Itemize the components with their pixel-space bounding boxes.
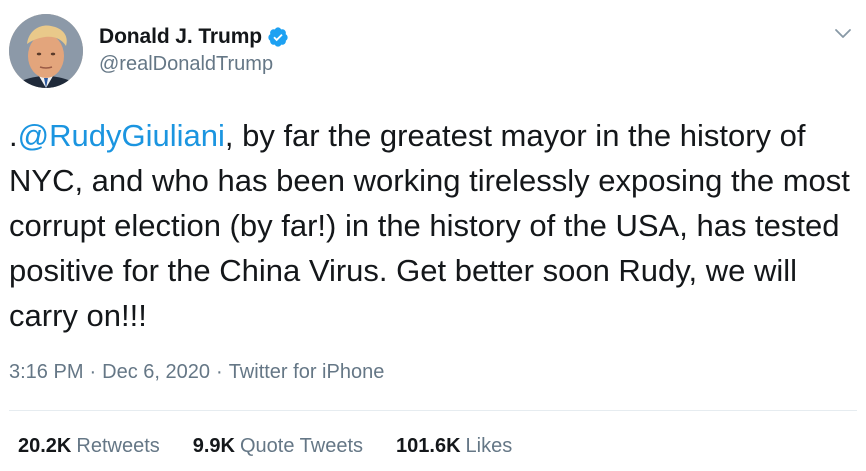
retweets-stat[interactable]: 20.2K Retweets <box>18 435 160 458</box>
tweet-time[interactable]: 3:16 PM <box>9 361 83 384</box>
likes-count: 101.6K <box>396 435 461 457</box>
profile-photo-icon <box>9 14 83 88</box>
tweet-text: .@RudyGiuliani, by far the greatest mayo… <box>9 113 859 338</box>
chevron-down-icon[interactable] <box>832 22 854 44</box>
quote-tweets-label: Quote Tweets <box>240 435 364 457</box>
display-name-row: Donald J. Trump <box>99 23 289 51</box>
meta-separator: · <box>89 361 97 383</box>
meta-separator-2: · <box>216 361 223 383</box>
quote-tweets-stat[interactable]: 9.9K Quote Tweets <box>193 435 363 458</box>
divider <box>9 410 857 411</box>
quote-tweets-count: 9.9K <box>192 435 235 457</box>
mention-link[interactable]: @RudyGiuliani <box>18 118 225 153</box>
tweet-meta: 3:16 PM · Dec 6, 2020 · Twitter for iPho… <box>9 361 384 384</box>
likes-stat[interactable]: 101.6K Likes <box>396 435 512 458</box>
author-display-name[interactable]: Donald J. Trump <box>99 25 262 49</box>
engagement-stats: 20.2K Retweets 9.9K Quote Tweets 101.6K … <box>18 435 545 458</box>
retweets-count: 20.2K <box>18 435 72 457</box>
author-info: Donald J. Trump @realDonaldTrump <box>99 23 289 76</box>
author-handle[interactable]: @realDonaldTrump <box>99 53 289 76</box>
tweet-source[interactable]: Twitter for iPhone <box>229 361 385 384</box>
author-avatar[interactable] <box>9 14 83 88</box>
tweet-card: Donald J. Trump @realDonaldTrump .@RudyG… <box>0 0 866 471</box>
tweet-date[interactable]: Dec 6, 2020 <box>102 361 210 384</box>
tweet-prefix: . <box>9 118 18 153</box>
likes-label: Likes <box>465 435 513 457</box>
retweets-label: Retweets <box>76 435 160 457</box>
verified-badge-icon <box>267 26 289 48</box>
